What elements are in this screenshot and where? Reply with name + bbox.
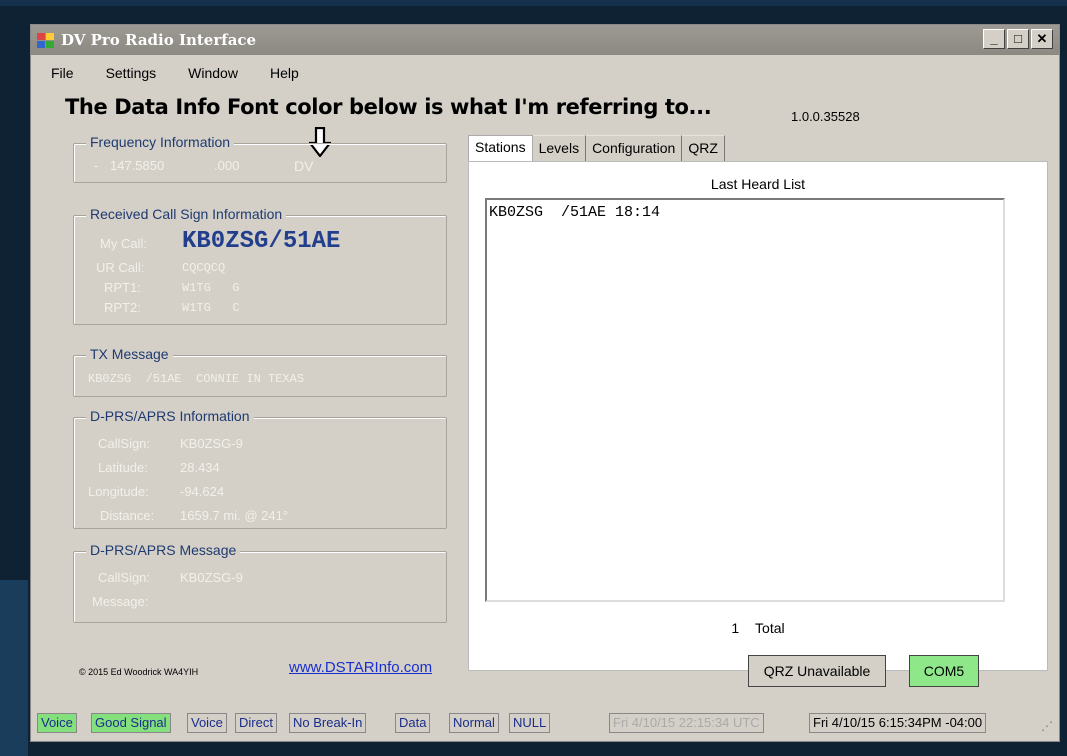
frequency-value: 147.5850 <box>110 158 165 173</box>
distance-label: Distance: <box>100 508 155 523</box>
close-button[interactable]: ✕ <box>1031 29 1053 49</box>
ur-call-value: CQCQCQ <box>182 261 226 275</box>
tab-qrz[interactable]: QRZ <box>682 135 725 161</box>
menu-settings[interactable]: Settings <box>88 61 171 85</box>
dprs-message-callsign-label: CallSign: <box>98 570 151 585</box>
website-link[interactable]: www.DSTARInfo.com <box>289 659 432 676</box>
tab-levels[interactable]: Levels <box>532 135 587 161</box>
rpt2-value: W1TG C <box>182 301 240 315</box>
distance-value: 1659.7 mi. @ 241° <box>180 508 289 523</box>
longitude-label: Longitude: <box>88 484 149 499</box>
version-label: 1.0.0.35528 <box>791 109 860 124</box>
tx-message-text: KB0ZSG /51AE CONNIE IN TEXAS <box>88 372 305 386</box>
tx-message-legend: TX Message <box>86 346 173 362</box>
app-window: DV Pro Radio Interface _ □ ✕ File Settin… <box>30 24 1060 742</box>
resize-grip-icon[interactable]: ⋰ <box>1041 719 1053 733</box>
status-voice: Voice <box>37 713 77 733</box>
status-voice-mode: Voice <box>187 713 227 733</box>
total-label: Total <box>755 620 785 636</box>
maximize-button[interactable]: □ <box>1007 29 1029 49</box>
last-heard-list[interactable]: KB0ZSG /51AE 18:14 <box>485 198 1005 602</box>
title-bar[interactable]: DV Pro Radio Interface _ □ ✕ <box>31 25 1059 55</box>
my-call-label: My Call: <box>100 236 147 251</box>
status-data: Data <box>395 713 431 733</box>
dprs-callsign-value: KB0ZSG-9 <box>180 436 243 451</box>
menu-bar: File Settings Window Help <box>31 61 313 85</box>
status-local-time: Fri 4/10/15 6:15:34PM -04:00 <box>809 713 987 733</box>
menu-window[interactable]: Window <box>170 61 252 85</box>
caption-buttons: _ □ ✕ <box>983 29 1053 49</box>
list-item[interactable]: KB0ZSG /51AE 18:14 <box>489 204 660 221</box>
dprs-callsign-label: CallSign: <box>98 436 151 451</box>
message-label: Message: <box>92 594 149 609</box>
status-break-in: No Break-In <box>289 713 367 733</box>
dprs-info-legend: D-PRS/APRS Information <box>86 408 254 424</box>
frequency-offset: .000 <box>214 158 240 173</box>
desktop-top-edge <box>0 0 1067 6</box>
frequency-mode: DV <box>294 158 314 174</box>
rpt2-label: RPT2: <box>104 300 141 315</box>
stations-panel: Last Heard List KB0ZSG /51AE 18:14 1 Tot… <box>468 161 1048 671</box>
frequency-prefix: - <box>94 158 99 173</box>
rpt1-label: RPT1: <box>104 280 141 295</box>
status-normal: Normal <box>449 713 499 733</box>
status-signal: Good Signal <box>91 713 171 733</box>
status-direct: Direct <box>235 713 277 733</box>
frequency-legend: Frequency Information <box>86 134 235 150</box>
app-icon <box>37 33 55 49</box>
tab-stations[interactable]: Stations <box>468 135 533 161</box>
longitude-value: -94.624 <box>180 484 225 499</box>
latitude-value: 28.434 <box>180 460 220 475</box>
menu-help[interactable]: Help <box>252 61 313 85</box>
copyright-text: © 2015 Ed Woodrick WA4YIH <box>79 667 199 677</box>
minimize-button[interactable]: _ <box>983 29 1005 49</box>
dprs-info-group: D-PRS/APRS Information CallSign: KB0ZSG-… <box>73 408 447 529</box>
tab-configuration[interactable]: Configuration <box>586 135 683 161</box>
dprs-message-group: D-PRS/APRS Message CallSign: KB0ZSG-9 Me… <box>73 542 447 623</box>
rpt1-value: W1TG G <box>182 281 240 295</box>
annotation-text: The Data Info Font color below is what I… <box>65 95 712 119</box>
dprs-message-callsign-value: KB0ZSG-9 <box>180 570 243 585</box>
frequency-group: Frequency Information - 147.5850 .000 DV <box>73 134 447 183</box>
tab-strip: Stations Levels Configuration QRZ <box>468 135 725 161</box>
latitude-label: Latitude: <box>98 460 148 475</box>
status-null: NULL <box>509 713 551 733</box>
status-utc-time: Fri 4/10/15 22:15:34 UTC <box>609 713 764 733</box>
received-call-group: Received Call Sign Information My Call: … <box>73 206 447 325</box>
qrz-status-button[interactable]: QRZ Unavailable <box>748 655 886 687</box>
last-heard-title: Last Heard List <box>710 176 806 192</box>
window-title: DV Pro Radio Interface <box>61 31 257 49</box>
menu-file[interactable]: File <box>31 61 88 85</box>
dprs-message-legend: D-PRS/APRS Message <box>86 542 241 558</box>
ur-call-label: UR Call: <box>96 260 145 275</box>
com-port-button[interactable]: COM5 <box>909 655 979 687</box>
desktop-left-panel <box>0 580 28 756</box>
status-bar: Voice Good Signal Voice Direct No Break-… <box>31 711 1059 735</box>
total-row: 1 Total <box>469 620 1047 636</box>
tx-message-group: TX Message KB0ZSG /51AE CONNIE IN TEXAS <box>73 346 447 397</box>
my-call-value: KB0ZSG/51AE <box>182 228 341 255</box>
total-count: 1 <box>731 620 740 636</box>
received-call-legend: Received Call Sign Information <box>86 206 287 222</box>
